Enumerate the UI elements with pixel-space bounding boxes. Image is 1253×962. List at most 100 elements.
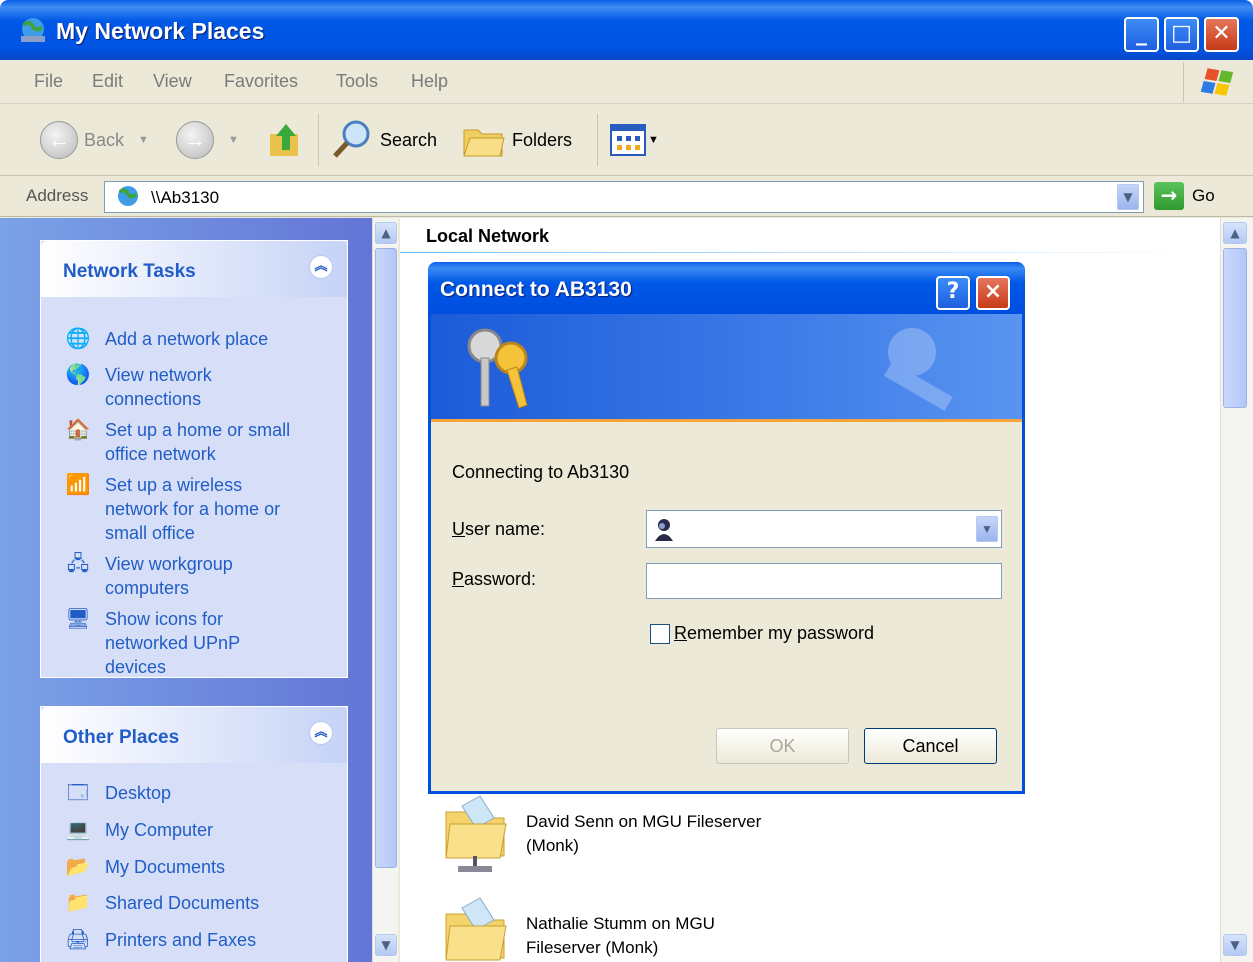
- connecting-text: Connecting to Ab3130: [452, 462, 630, 482]
- scroll-down-icon[interactable]: ▼: [375, 934, 397, 956]
- share-label: Fileserver (Monk): [526, 938, 659, 957]
- dialog-title-bar: Connect to AB3130 ? ×: [428, 262, 1025, 314]
- task-label: small office: [105, 523, 195, 543]
- scroll-thumb[interactable]: [375, 248, 397, 868]
- remember-password-checkbox[interactable]: [650, 624, 670, 644]
- network-places-icon: [118, 186, 138, 206]
- place-desktop[interactable]: 🗔 Desktop: [63, 781, 171, 807]
- network-places-icon: [21, 18, 45, 42]
- place-printers-faxes[interactable]: 🖨 Printers and Faxes: [63, 928, 256, 954]
- collapse-icon[interactable]: ︽: [309, 255, 333, 279]
- back-label: Back: [84, 129, 125, 150]
- place-shared-documents[interactable]: 📁 Shared Documents: [63, 891, 260, 917]
- network-tasks-header[interactable]: Network Tasks ︽: [41, 241, 347, 297]
- content-scrollbar[interactable]: ▲ ▼: [1220, 218, 1253, 962]
- chevron-down-icon: ▼: [648, 134, 659, 146]
- task-label: devices: [105, 657, 167, 677]
- close-button[interactable]: ✕: [1204, 17, 1239, 52]
- desktop-icon: 🗔: [67, 782, 89, 804]
- menu-bar: File Edit View Favorites Tools Help: [0, 60, 1253, 104]
- forward-button[interactable]: → ▼: [176, 118, 239, 162]
- go-label: Go: [1192, 186, 1215, 205]
- place-label: Printers and Faxes: [105, 930, 257, 950]
- remember-password-label[interactable]: Remember my password: [674, 623, 874, 644]
- connect-dialog: Connect to AB3130 ? × Connecting to Ab31…: [428, 262, 1025, 794]
- task-view-network-connections[interactable]: 🌎 View network connections: [63, 363, 212, 411]
- other-places-panel: Other Places ︽ 🗔 Desktop 💻 My Computer 📂 My…: [40, 706, 348, 962]
- place-my-documents[interactable]: 📂 My Documents: [63, 855, 226, 881]
- task-label: Show icons for: [105, 609, 224, 629]
- share-label: Nathalie Stumm on MGU: [526, 914, 715, 933]
- maximize-button[interactable]: □: [1164, 17, 1199, 52]
- back-arrow-icon: ←: [40, 121, 78, 159]
- password-field[interactable]: [646, 563, 1002, 599]
- windows-logo-icon: [1183, 62, 1234, 102]
- task-home-network[interactable]: 🏠 Set up a home or small office network: [63, 418, 291, 466]
- views-button[interactable]: ▼: [610, 118, 659, 162]
- address-dropdown-button[interactable]: ▼: [1117, 184, 1139, 210]
- address-bar: Address \\Ab3130 ▼ → Go: [0, 177, 1253, 217]
- search-icon: [333, 120, 370, 158]
- explorer-window: My Network Places _ □ ✕ File Edit View F…: [0, 0, 1253, 962]
- back-button[interactable]: ← Back ▼: [40, 118, 149, 162]
- wireless-icon: 📶: [65, 474, 91, 496]
- task-label: network for a home or: [105, 499, 281, 519]
- folder-icon: 📁: [65, 892, 91, 914]
- network-tasks-panel: Network Tasks ︽ 🌐 Add a network place 🌎 …: [40, 240, 348, 678]
- section-divider: [400, 252, 1200, 253]
- menu-tools[interactable]: Tools: [336, 71, 378, 92]
- task-label: networked UPnP: [105, 633, 241, 653]
- my-documents-icon: 📂: [65, 856, 91, 878]
- folders-icon: [463, 129, 505, 157]
- network-share-item[interactable]: David Senn on MGU Fileserver (Monk): [440, 794, 761, 874]
- upnp-device-icon: 🖥: [65, 608, 91, 630]
- minimize-button[interactable]: _: [1124, 17, 1159, 52]
- task-label: View network: [105, 365, 212, 385]
- share-label: David Senn on MGU Fileserver: [526, 812, 762, 831]
- scroll-up-icon[interactable]: ▲: [375, 222, 397, 244]
- title-bar: My Network Places _ □ ✕: [0, 0, 1253, 60]
- collapse-icon[interactable]: ︽: [309, 721, 333, 745]
- folders-button[interactable]: Folders: [462, 118, 572, 162]
- task-pane-scrollbar[interactable]: ▲ ▼: [372, 218, 398, 962]
- task-label: View workgroup: [105, 554, 233, 574]
- folders-label: Folders: [512, 129, 573, 150]
- network-folder-icon: [445, 897, 507, 961]
- up-folder-button[interactable]: [266, 118, 306, 162]
- scroll-up-icon[interactable]: ▲: [1223, 222, 1247, 244]
- other-places-title: Other Places: [63, 727, 180, 748]
- search-button[interactable]: Search: [330, 118, 437, 162]
- help-button[interactable]: ?: [936, 276, 970, 310]
- workgroup-icon: 🖧: [66, 553, 90, 575]
- menu-view[interactable]: View: [153, 71, 192, 92]
- up-folder-icon: [270, 124, 298, 156]
- task-label: office network: [105, 444, 216, 464]
- menu-help[interactable]: Help: [411, 71, 448, 92]
- ok-button[interactable]: OK: [716, 728, 849, 764]
- add-network-place-icon: 🌐: [65, 328, 91, 350]
- share-label: (Monk): [526, 836, 579, 855]
- chevron-down-icon: ▼: [138, 134, 149, 146]
- scroll-thumb[interactable]: [1223, 248, 1247, 408]
- task-upnp-icons[interactable]: 🖥 Show icons for networked UPnP devices: [63, 607, 240, 679]
- username-dropdown-button[interactable]: ▼: [976, 516, 998, 542]
- task-wireless-network[interactable]: 📶 Set up a wireless network for a home or…: [63, 473, 281, 545]
- forward-arrow-icon: →: [176, 121, 214, 159]
- task-add-network-place[interactable]: 🌐 Add a network place: [63, 327, 269, 353]
- scroll-down-icon[interactable]: ▼: [1223, 934, 1247, 956]
- menu-edit[interactable]: Edit: [92, 71, 123, 92]
- menu-favorites[interactable]: Favorites: [224, 71, 298, 92]
- dialog-banner: [431, 314, 1022, 422]
- address-input[interactable]: \\Ab3130 ▼: [104, 181, 1144, 213]
- section-header: Local Network: [426, 226, 550, 246]
- go-button[interactable]: → Go: [1154, 182, 1215, 210]
- cancel-button[interactable]: Cancel: [864, 728, 997, 764]
- network-share-item[interactable]: Nathalie Stumm on MGU Fileserver (Monk): [440, 896, 715, 962]
- username-combobox[interactable]: ▼: [646, 510, 1002, 548]
- window-title: My Network Places: [56, 18, 265, 44]
- task-view-workgroup[interactable]: 🖧 View workgroup computers: [63, 552, 233, 600]
- other-places-header[interactable]: Other Places ︽: [41, 707, 347, 763]
- menu-file[interactable]: File: [34, 71, 63, 92]
- place-my-computer[interactable]: 💻 My Computer: [63, 818, 213, 844]
- dialog-close-button[interactable]: ×: [976, 276, 1010, 310]
